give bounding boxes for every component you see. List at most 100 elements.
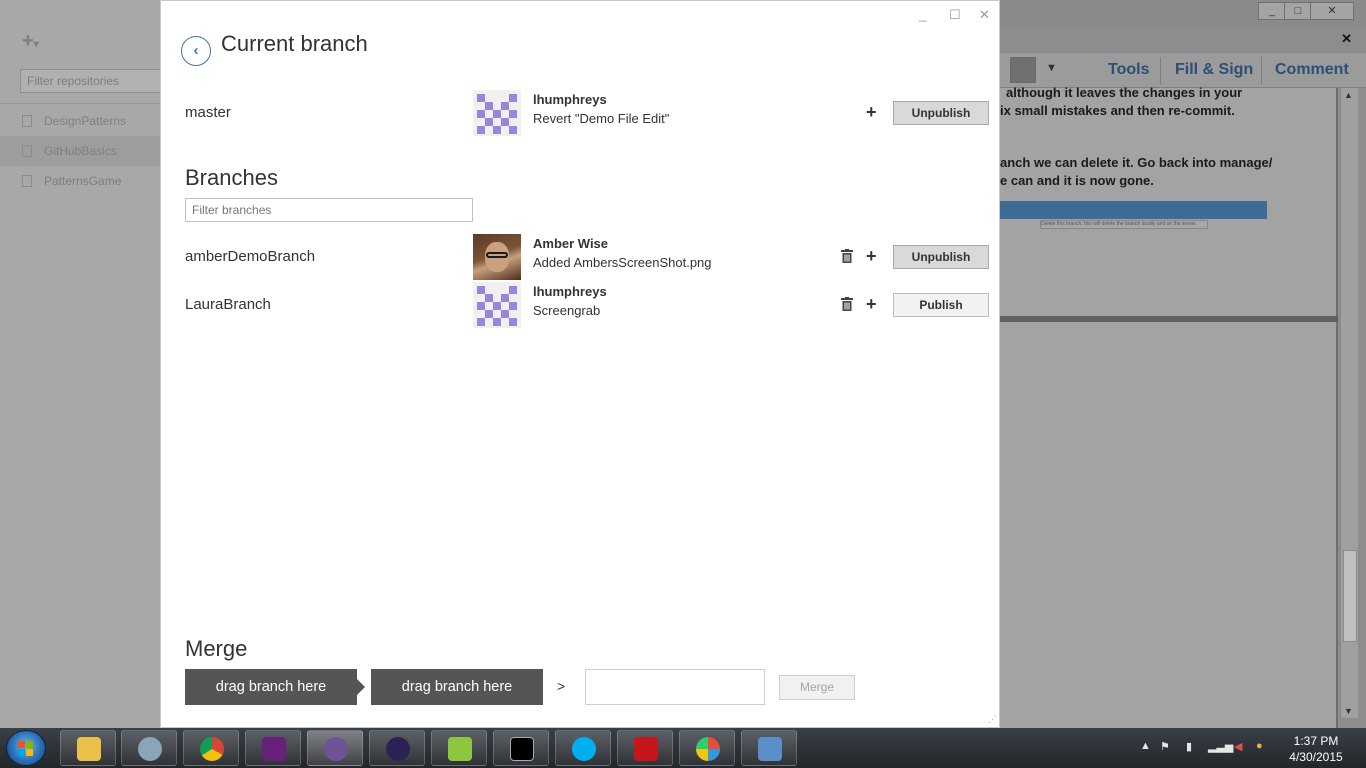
paint-icon[interactable] [679, 730, 735, 766]
repository-label: PatternsGame [44, 174, 122, 188]
trash-icon[interactable] [841, 297, 853, 311]
volume-muted-icon[interactable]: ◀ [1234, 740, 1242, 753]
clock-time: 1:37 PM [1293, 734, 1339, 748]
embedded-screenshot [1000, 201, 1267, 219]
comment-button[interactable]: Comment [1275, 61, 1349, 79]
merge-title: Merge [185, 636, 248, 661]
branch-name[interactable]: LauraBranch [185, 296, 271, 313]
current-branch-row: master lhumphreys Revert "Demo File Edit… [185, 90, 989, 136]
unpublish-button[interactable]: Unpublish [893, 245, 989, 269]
pdf-toolbar: ▼ Tools Fill & Sign Comment [1000, 52, 1366, 88]
avatar [473, 234, 521, 280]
document-text: e can and it is now gone. [1000, 173, 1154, 188]
scrollbar-thumb[interactable] [1343, 550, 1357, 642]
acrobat-icon[interactable] [617, 730, 673, 766]
scroll-up-icon[interactable]: ▲ [1344, 90, 1353, 100]
notepad-plus-icon[interactable] [431, 730, 487, 766]
minimize-button[interactable]: _ [1258, 2, 1286, 20]
unpublish-button[interactable]: Unpublish [893, 101, 989, 125]
trash-icon[interactable] [841, 249, 853, 263]
pdf-page [1000, 322, 1338, 728]
avatar [473, 282, 521, 328]
repository-icon [22, 175, 32, 187]
notification-icon[interactable]: ● [1256, 740, 1263, 752]
commit-author: lhumphreys [533, 284, 607, 299]
arrow-right-icon [357, 679, 365, 695]
fill-sign-button[interactable]: Fill & Sign [1175, 61, 1253, 79]
show-hidden-icons-icon[interactable]: ▲ [1140, 740, 1151, 752]
explorer-icon[interactable] [60, 730, 116, 766]
sidebar-divider [0, 103, 160, 104]
merge-icon: > [557, 678, 566, 694]
repository-icon [22, 145, 32, 157]
merge-source-dropzone[interactable]: drag branch here [185, 669, 357, 705]
clock-date: 4/30/2015 [1289, 750, 1343, 764]
add-repository-icon[interactable]: +▾ [22, 30, 39, 53]
github-icon[interactable] [307, 730, 363, 766]
embedded-screenshot-caption: Delete this branch. this will delete the… [1040, 220, 1208, 229]
remote-desktop-icon[interactable] [741, 730, 797, 766]
toolbar-divider [1261, 57, 1262, 85]
branches-title: Branches [185, 165, 278, 190]
commit-author: Amber Wise [533, 236, 609, 251]
plus-icon[interactable]: + [866, 295, 877, 313]
document-text: anch we can delete it. Go back into mana… [1000, 155, 1273, 170]
repository-label: GitHubBasics [44, 144, 117, 158]
skype-icon[interactable] [555, 730, 611, 766]
repository-item[interactable]: PatternsGame [0, 166, 160, 196]
close-document-icon[interactable]: ✕ [1341, 31, 1352, 47]
cmd-icon[interactable] [493, 730, 549, 766]
system-clock[interactable]: 1:37 PM 4/30/2015 [1286, 733, 1346, 765]
back-button[interactable]: ‹ [181, 36, 211, 66]
toolbar-divider [1160, 57, 1161, 85]
windows-logo-icon [18, 741, 34, 757]
merge-button[interactable]: Merge [779, 675, 855, 700]
repository-item-selected[interactable]: GitHubBasics [0, 136, 160, 166]
network-icon[interactable] [121, 730, 177, 766]
signal-icon[interactable]: ▂▃▅ [1208, 740, 1233, 753]
repository-label: DesignPatterns [44, 114, 127, 128]
chevron-down-icon[interactable]: ▼ [1046, 62, 1057, 74]
plus-icon[interactable]: + [866, 103, 877, 121]
start-button[interactable] [6, 730, 46, 766]
eclipse-icon[interactable] [369, 730, 425, 766]
minimize-icon[interactable]: _ [919, 7, 926, 22]
merge-branch-field[interactable] [585, 669, 765, 705]
close-icon[interactable]: ✕ [979, 7, 990, 23]
maximize-icon[interactable]: ☐ [949, 7, 961, 23]
chrome-icon[interactable] [183, 730, 239, 766]
document-text: ix small mistakes and then re-commit. [1000, 103, 1235, 118]
branch-row: LauraBranch lhumphreys Screengrab + Publ… [185, 282, 989, 328]
repository-item[interactable]: DesignPatterns [0, 106, 160, 136]
pdf-page: although it leaves the changes in your i… [1000, 85, 1338, 316]
commit-message: Screengrab [533, 303, 601, 318]
repository-icon [22, 115, 32, 127]
branch-row: amberDemoBranch Amber Wise Added AmbersS… [185, 234, 989, 280]
tools-button[interactable]: Tools [1108, 61, 1149, 79]
close-button[interactable]: ✕ [1310, 2, 1354, 20]
commit-message: Added AmbersScreenShot.png [533, 255, 712, 270]
branch-manager-dialog: _ ☐ ✕ ‹ Current branch master lhumphreys… [160, 0, 1000, 728]
maximize-button[interactable]: □ [1284, 2, 1312, 20]
commit-message: Revert "Demo File Edit" [533, 111, 670, 126]
expand-icon[interactable] [1010, 57, 1036, 83]
taskbar: ▲ ⚑ ▮ ▂▃▅ ◀ ● 1:37 PM 4/30/2015 [0, 728, 1366, 768]
action-center-flag-icon[interactable]: ⚑ [1160, 740, 1170, 753]
visual-studio-icon[interactable] [245, 730, 301, 766]
scroll-down-icon[interactable]: ▼ [1344, 706, 1353, 716]
plus-icon[interactable]: + [866, 247, 877, 265]
merge-target-dropzone[interactable]: drag branch here [371, 669, 543, 705]
publish-button[interactable]: Publish [893, 293, 989, 317]
repository-sidebar: +▾ Filter repositories DesignPatterns Gi… [0, 0, 170, 728]
branch-name[interactable]: amberDemoBranch [185, 248, 315, 265]
filter-repositories-input[interactable]: Filter repositories [20, 69, 170, 93]
filter-branches-input[interactable]: Filter branches [185, 198, 473, 222]
branch-name[interactable]: master [185, 104, 231, 121]
battery-icon[interactable]: ▮ [1186, 740, 1192, 753]
vertical-scrollbar[interactable]: ▲ ▼ [1340, 88, 1358, 718]
document-text: although it leaves the changes in your [1006, 85, 1243, 100]
resize-grip-icon[interactable]: ⋰ [988, 714, 997, 725]
pdf-viewer-window: _ □ ✕ ✕ ▼ Tools Fill & Sign Comment alth… [1000, 0, 1366, 728]
avatar [473, 90, 521, 136]
dialog-title: Current branch [221, 31, 368, 56]
